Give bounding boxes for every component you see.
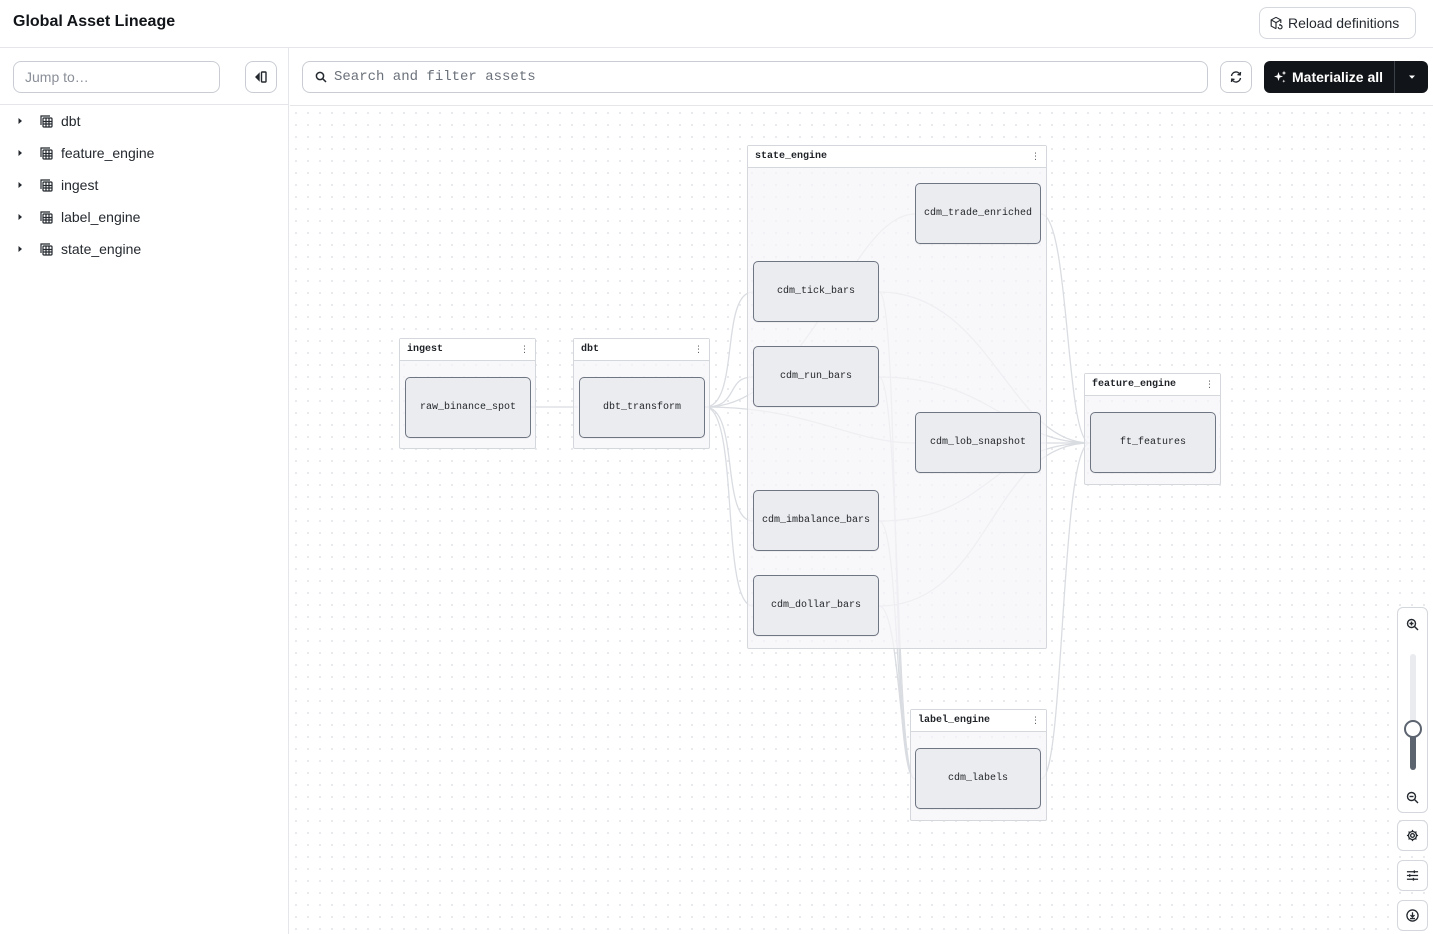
tree-item-label: feature_engine	[61, 145, 155, 161]
asset-node[interactable]: dbt_transform	[579, 377, 705, 438]
tree-item-dbt[interactable]: dbt	[0, 105, 288, 137]
group-title: state_engine	[755, 151, 828, 162]
search-icon	[315, 71, 327, 83]
tree-item-label: dbt	[61, 113, 81, 129]
tree-item-label-engine[interactable]: label_engine	[0, 201, 288, 233]
zoom-in-button[interactable]	[1398, 609, 1427, 639]
edge	[1040, 213, 1091, 444]
more-options-icon[interactable]: ⋮	[1205, 380, 1214, 389]
graph-toolbar: Materialize all	[290, 48, 1433, 106]
tree-item-label: label_engine	[61, 209, 141, 225]
group-header: dbt ⋮	[574, 339, 709, 361]
materialize-all-label: Materialize all	[1292, 69, 1384, 85]
group-title: feature_engine	[1092, 379, 1177, 390]
asset-node[interactable]: cdm_trade_enriched	[915, 183, 1041, 244]
caret-right-icon[interactable]	[0, 181, 40, 189]
reload-definitions-button[interactable]: Reload definitions	[1259, 7, 1416, 39]
chevron-down-icon	[1408, 75, 1415, 79]
more-options-icon[interactable]: ⋮	[1031, 152, 1040, 161]
edge	[704, 376, 754, 408]
caret-right-icon[interactable]	[0, 213, 40, 221]
more-options-icon[interactable]: ⋮	[1031, 716, 1040, 725]
layout-options-button[interactable]	[1397, 860, 1428, 891]
caret-right-icon[interactable]	[0, 149, 40, 157]
edge	[704, 406, 754, 607]
asset-node[interactable]: ft_features	[1090, 412, 1216, 473]
group-title: dbt	[581, 344, 600, 355]
page-title: Global Asset Lineage	[13, 13, 176, 30]
tree-item-ingest[interactable]: ingest	[0, 169, 288, 201]
zoom-controls	[1397, 607, 1428, 813]
asset-group-icon	[40, 114, 61, 128]
sparkle-icon	[1274, 70, 1287, 83]
asset-node[interactable]: cdm_tick_bars	[753, 261, 879, 322]
reload-definitions-label: Reload definitions	[1288, 15, 1400, 31]
group-title: ingest	[407, 344, 444, 355]
refresh-button[interactable]	[1220, 61, 1252, 93]
zoom-out-icon	[1406, 791, 1419, 803]
asset-node[interactable]: cdm_run_bars	[753, 346, 879, 407]
materialize-all-main[interactable]: Materialize all	[1264, 61, 1395, 93]
sliders-icon	[1406, 870, 1419, 881]
asset-node[interactable]: cdm_labels	[915, 748, 1041, 809]
jump-to-input[interactable]	[13, 61, 220, 93]
more-options-icon[interactable]: ⋮	[520, 345, 529, 354]
tree-item-label: ingest	[61, 177, 99, 193]
asset-group-icon	[40, 178, 61, 192]
asset-group-icon	[40, 146, 61, 160]
tree-item-feature-engine[interactable]: feature_engine	[0, 137, 288, 169]
caret-right-icon[interactable]	[0, 245, 40, 253]
group-tree: dbt feature_engine ingest label_engine s…	[0, 105, 288, 265]
sidebar: dbt feature_engine ingest label_engine s…	[0, 48, 289, 934]
caret-right-icon[interactable]	[0, 117, 40, 125]
refresh-icon	[1230, 71, 1242, 83]
sidebar-header	[0, 48, 288, 105]
zoom-slider[interactable]	[1404, 654, 1422, 770]
collapse-sidebar-icon	[255, 71, 267, 83]
download-button[interactable]	[1397, 900, 1428, 931]
materialize-options-dropdown[interactable]	[1395, 61, 1428, 93]
download-icon	[1406, 909, 1419, 922]
asset-node[interactable]: raw_binance_spot	[405, 377, 531, 438]
settings-button[interactable]	[1397, 820, 1428, 851]
tree-item-state-engine[interactable]: state_engine	[0, 233, 288, 265]
asset-node[interactable]: cdm_imbalance_bars	[753, 490, 879, 551]
zoom-out-button[interactable]	[1398, 782, 1427, 812]
lineage-canvas[interactable]: ingest ⋮ raw_binance_spot dbt ⋮ dbt_tran…	[290, 107, 1433, 934]
materialize-all-button[interactable]: Materialize all	[1264, 61, 1428, 93]
asset-group-icon	[40, 242, 61, 256]
top-bar: Global Asset Lineage Reload definitions	[0, 0, 1433, 48]
asset-node[interactable]: cdm_dollar_bars	[753, 575, 879, 636]
search-box[interactable]	[302, 61, 1208, 93]
asset-node[interactable]: cdm_lob_snapshot	[915, 412, 1041, 473]
group-title: label_engine	[918, 715, 991, 726]
group-header: ingest ⋮	[400, 339, 535, 361]
gear-icon	[1406, 829, 1419, 842]
zoom-in-icon	[1406, 618, 1419, 630]
group-header: feature_engine ⋮	[1085, 374, 1220, 396]
tree-item-label: state_engine	[61, 241, 142, 257]
reload-cube-icon	[1270, 16, 1283, 30]
zoom-slider-handle[interactable]	[1404, 720, 1422, 738]
search-input[interactable]	[334, 69, 1194, 85]
edge	[704, 291, 754, 408]
asset-group-icon	[40, 210, 61, 224]
more-options-icon[interactable]: ⋮	[694, 345, 703, 354]
group-header: label_engine ⋮	[911, 710, 1046, 732]
group-header: state_engine ⋮	[748, 146, 1046, 168]
collapse-sidebar-button[interactable]	[245, 61, 277, 93]
edge	[1040, 442, 1091, 780]
